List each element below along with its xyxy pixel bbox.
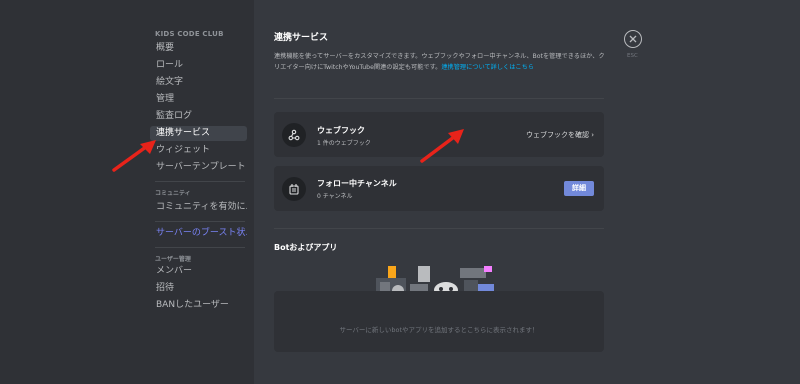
bots-empty-state: サーバーに新しいbotやアプリを追加するとこちらに表示されます！ (274, 291, 604, 352)
bots-section-title: Botおよびアプリ (274, 243, 338, 252)
view-webhooks-link[interactable]: ウェブフックを確認 › (526, 130, 594, 140)
sidebar-item-integrations[interactable]: 連携サービス (150, 126, 247, 141)
integrations-panel: 連携サービス 連携機能を使ってサーバーをカスタマイズできます。ウェブフックやフォ… (254, 0, 800, 384)
sidebar-item-moderation[interactable]: 管理 (150, 92, 247, 107)
sidebar-divider (155, 221, 245, 222)
sidebar-divider (155, 247, 245, 248)
webhook-count: 1 件のウェブフック (317, 140, 371, 147)
close-icon (629, 35, 637, 43)
sidebar-item-server-boost[interactable]: サーバーのブースト状... (150, 226, 247, 241)
description-text: 連携機能を使ってサーバーをカスタマイズできます。ウェブフックやフォロー中チャンネ… (274, 53, 605, 71)
webhook-icon (282, 123, 306, 147)
settings-sidebar: KIDS CODE CLUB 概要 ロール 絵文字 管理 監査ログ 連携サービス… (0, 0, 254, 384)
section-divider (274, 98, 604, 99)
view-webhooks-label: ウェブフックを確認 (525, 131, 589, 139)
sidebar-divider (155, 181, 245, 182)
server-name: KIDS CODE CLUB (155, 30, 224, 38)
sidebar-section-community: コミュニティ (155, 190, 191, 197)
sidebar-item-roles[interactable]: ロール (150, 58, 247, 73)
page-description: 連携機能を使ってサーバーをカスタマイズできます。ウェブフックやフォロー中チャンネ… (274, 51, 606, 73)
section-divider (274, 228, 604, 229)
annotation-arrow-icon (112, 140, 156, 172)
chevron-right-icon: › (591, 131, 594, 139)
bots-empty-text: サーバーに新しいbotやアプリを追加するとこちらに表示されます！ (339, 326, 539, 334)
page-title: 連携サービス (274, 33, 329, 43)
esc-label: ESC (627, 53, 638, 59)
webhook-title: ウェブフック (317, 126, 365, 135)
followed-details-button[interactable]: 詳細 (564, 181, 594, 196)
close-button[interactable] (624, 30, 642, 48)
followed-channels-count: 0 チャンネル (317, 193, 353, 200)
sidebar-item-invites[interactable]: 招待 (150, 281, 247, 296)
followed-channels-card: フォロー中チャンネル 0 チャンネル 詳細 (274, 166, 604, 211)
sidebar-item-widget[interactable]: ウィジェット (150, 143, 247, 158)
sidebar-item-members[interactable]: メンバー (150, 264, 247, 279)
sidebar-item-server-template[interactable]: サーバーテンプレート (150, 160, 247, 175)
sidebar-item-audit-log[interactable]: 監査ログ (150, 109, 247, 124)
sidebar-section-user-management: ユーザー管理 (155, 256, 191, 263)
sidebar-item-enable-community[interactable]: コミュニティを有効に... (150, 200, 247, 215)
sidebar-item-bans[interactable]: BANしたユーザー (150, 298, 247, 313)
followed-channel-icon (282, 177, 306, 201)
annotation-arrow-icon (420, 129, 464, 163)
followed-channels-title: フォロー中チャンネル (317, 179, 397, 188)
sidebar-item-emoji[interactable]: 絵文字 (150, 75, 247, 90)
learn-more-link[interactable]: 連携管理について詳しくはこちら (441, 64, 534, 71)
sidebar-item-overview[interactable]: 概要 (150, 41, 247, 56)
